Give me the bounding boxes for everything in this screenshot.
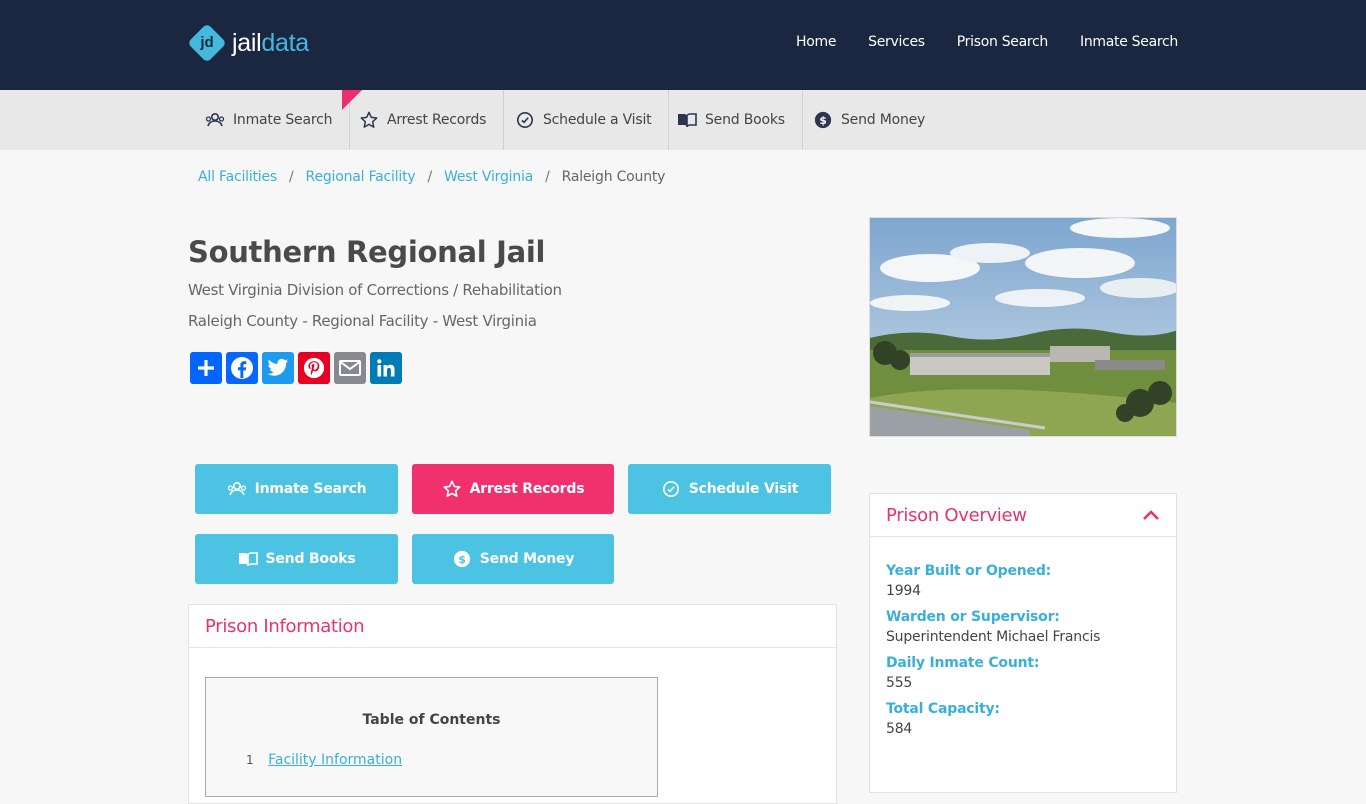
nav-services[interactable]: Services <box>868 34 925 50</box>
button-label: Schedule Visit <box>688 481 799 497</box>
inmate-icon <box>205 110 225 130</box>
daily-inmate-count-value: 555 <box>886 675 913 691</box>
top-nav: Home Services Prison Search Inmate Searc… <box>764 34 1178 50</box>
breadcrumb-separator: / <box>289 169 294 185</box>
email-icon[interactable] <box>334 352 366 384</box>
send-money-button[interactable]: $ Send Money <box>412 534 614 584</box>
total-capacity-value: 584 <box>886 721 913 737</box>
facebook-icon[interactable] <box>226 352 258 384</box>
overview-header[interactable]: Prison Overview <box>870 494 1176 537</box>
money-icon: $ <box>452 549 472 569</box>
warden-label: Warden or Supervisor: <box>886 609 1060 625</box>
page-title: Southern Regional Jail <box>188 235 546 269</box>
year-built-value: 1994 <box>886 583 921 599</box>
breadcrumb-current: Raleigh County <box>561 169 666 185</box>
chevron-up-icon[interactable] <box>1142 506 1160 525</box>
toc-item: 1 Facility Information <box>246 752 402 768</box>
linkedin-icon[interactable] <box>370 352 402 384</box>
share-add-icon[interactable] <box>190 352 222 384</box>
button-label: Inmate Search <box>254 481 367 497</box>
button-label: Send Books <box>265 551 356 567</box>
breadcrumb-regional-facility[interactable]: Regional Facility <box>306 169 416 185</box>
breadcrumb-all-facilities[interactable]: All Facilities <box>198 169 277 185</box>
nav-inmate-search[interactable]: Inmate Search <box>1080 34 1178 50</box>
subnav-label: Inmate Search <box>233 112 333 128</box>
logo-text: jaildata <box>232 28 309 57</box>
subnav-arrest-records[interactable]: Arrest Records <box>342 90 505 150</box>
prison-information-panel: Prison Information Table of Contents 1 F… <box>188 604 837 804</box>
book-icon <box>238 549 258 569</box>
send-books-button[interactable]: Send Books <box>195 534 398 584</box>
subnav-inmate-search[interactable]: Inmate Search <box>188 90 351 150</box>
prison-overview-card: Prison Overview Year Built or Opened: 19… <box>869 493 1177 793</box>
daily-inmate-count-label: Daily Inmate Count: <box>886 655 1040 671</box>
breadcrumb-separator: / <box>427 169 433 185</box>
agency-subtitle: West Virginia Division of Corrections / … <box>188 281 562 299</box>
jaildata-logo[interactable]: jd jaildata <box>187 23 309 63</box>
money-icon: $ <box>813 110 833 130</box>
logo-mark-icon: jd <box>187 23 227 63</box>
nav-home[interactable]: Home <box>796 34 836 50</box>
overview-title: Prison Overview <box>886 504 1027 526</box>
toc-item-number: 1 <box>246 753 254 767</box>
table-of-contents: Table of Contents 1 Facility Information <box>205 677 658 797</box>
sub-nav: Inmate Search Arrest Records Schedule a … <box>0 90 1366 150</box>
schedule-visit-button[interactable]: Schedule Visit <box>628 464 831 514</box>
top-header: jd jaildata Home Services Prison Search … <box>0 0 1366 90</box>
inmate-search-button[interactable]: Inmate Search <box>195 464 398 514</box>
subnav-label: Send Books <box>705 112 785 128</box>
subnav-send-books[interactable]: Send Books <box>660 90 803 150</box>
active-indicator <box>342 90 362 110</box>
toc-link-facility-information[interactable]: Facility Information <box>268 752 402 768</box>
breadcrumb-west-virginia[interactable]: West Virginia <box>444 169 533 185</box>
pinterest-icon[interactable] <box>298 352 330 384</box>
breadcrumb-separator: / <box>545 169 550 185</box>
toc-title: Table of Contents <box>362 712 501 728</box>
total-capacity-label: Total Capacity: <box>886 701 1000 717</box>
facility-photo <box>869 217 1177 437</box>
inmate-icon <box>227 479 247 499</box>
nav-prison-search[interactable]: Prison Search <box>957 34 1049 50</box>
panel-title: Prison Information <box>189 605 836 648</box>
button-label: Send Money <box>479 551 575 567</box>
clock-icon <box>515 110 535 130</box>
subnav-send-money[interactable]: $ Send Money <box>796 90 942 150</box>
svg-text:$: $ <box>458 553 465 566</box>
clock-icon <box>661 479 681 499</box>
share-buttons <box>190 352 406 384</box>
subnav-label: Arrest Records <box>387 112 487 128</box>
subnav-label: Schedule a Visit <box>543 112 652 128</box>
warden-value: Superintendent Michael Francis <box>886 629 1101 645</box>
twitter-icon[interactable] <box>262 352 294 384</box>
button-label: Arrest Records <box>469 481 585 497</box>
star-icon <box>442 479 462 499</box>
star-icon <box>359 110 379 130</box>
location-subtitle: Raleigh County - Regional Facility - Wes… <box>188 312 537 330</box>
breadcrumb: All Facilities / Regional Facility / Wes… <box>198 169 665 185</box>
book-icon <box>677 110 697 130</box>
arrest-records-button[interactable]: Arrest Records <box>412 464 614 514</box>
subnav-schedule-visit[interactable]: Schedule a Visit <box>498 90 670 150</box>
subnav-label: Send Money <box>841 112 926 128</box>
svg-text:$: $ <box>819 114 826 127</box>
overview-body: Year Built or Opened: 1994 Warden or Sup… <box>870 537 1176 737</box>
year-built-label: Year Built or Opened: <box>886 563 1052 579</box>
